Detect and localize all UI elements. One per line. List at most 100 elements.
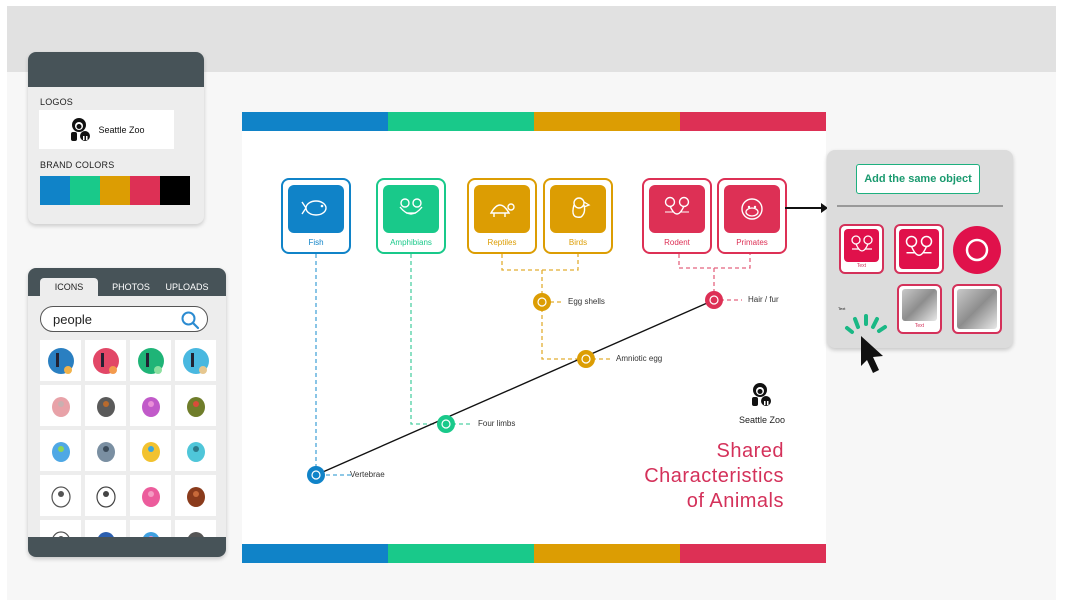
icon-result[interactable] (85, 520, 126, 538)
icon-result[interactable] (175, 520, 216, 538)
lion-logo-icon (71, 117, 91, 141)
tab-icons[interactable]: ICONS (40, 278, 98, 296)
turtle-icon (489, 203, 515, 217)
add-same-object-button[interactable]: Add the same object (856, 164, 980, 194)
group-label: Fish (308, 238, 324, 247)
icon-result[interactable] (130, 430, 171, 471)
group-card-reptiles[interactable]: Reptiles (467, 178, 537, 254)
koala-gray-icon (96, 396, 115, 417)
panel-divider (837, 205, 1003, 207)
trait-label: Four limbs (478, 419, 516, 428)
fish-icon (301, 200, 327, 216)
color-swatch[interactable] (160, 176, 190, 205)
assets-tabs: ICONS PHOTOS UPLOADS (28, 268, 226, 296)
brand-kit-panel: LOGOS Seattle Zoo BRAND COLORS (28, 52, 204, 224)
icon-result[interactable] (40, 475, 81, 516)
rodent-object-large[interactable] (894, 224, 944, 274)
color-swatch[interactable] (70, 176, 100, 205)
trait-node[interactable] (576, 349, 596, 369)
bird-icon (572, 197, 591, 218)
icon-result[interactable] (130, 520, 171, 538)
rodent-object-small[interactable]: Text (839, 224, 884, 274)
icon-result[interactable] (85, 475, 126, 516)
person-walking-dog-green-icon (137, 347, 164, 374)
trait-node[interactable] (306, 465, 326, 485)
icon-result[interactable] (40, 385, 81, 426)
group-card-primates[interactable]: Primates (717, 178, 787, 254)
easter-egg-blue-icon (51, 441, 70, 462)
search-icon[interactable] (180, 310, 200, 330)
icon-result[interactable] (40, 340, 81, 381)
group-card-birds[interactable]: Birds (543, 178, 613, 254)
trait-node[interactable] (532, 292, 552, 312)
group-label: Rodent (664, 238, 690, 247)
amphibians-connector (410, 254, 470, 425)
trait-node[interactable] (436, 414, 456, 434)
arrow-right-icon (785, 203, 828, 213)
trait-node[interactable] (704, 290, 724, 310)
person-walking-dog-teal-icon (182, 347, 209, 374)
icon-result[interactable] (130, 475, 171, 516)
icon-result[interactable] (130, 340, 171, 381)
reptiles-birds-connector (501, 254, 612, 360)
icon-result[interactable] (175, 430, 216, 471)
tab-photos[interactable]: PHOTOS (106, 278, 156, 296)
duplicate-object-panel: Add the same object Text Text Text (827, 150, 1013, 373)
bunny-pink-icon (141, 486, 160, 507)
brand-color-swatches (40, 176, 190, 205)
icon-result[interactable] (85, 385, 126, 426)
canvas-logo[interactable]: Seattle Zoo (732, 382, 792, 425)
title-line: Characteristics (644, 465, 784, 487)
person-couch-icon (186, 441, 205, 462)
group-card-fish[interactable]: Fish (281, 178, 351, 254)
icon-result[interactable] (175, 340, 216, 381)
brand-colors-label: BRAND COLORS (40, 160, 115, 170)
assets-panel-footer (28, 537, 226, 557)
lion-logo-icon (752, 383, 771, 406)
frog-icon-bg (383, 185, 439, 233)
object-text: Text (914, 323, 925, 329)
group-label: Primates (736, 238, 768, 247)
logo-thumbnail[interactable]: Seattle Zoo (39, 110, 174, 149)
title-line: Shared (716, 440, 784, 462)
bunny-purple-icon (141, 396, 160, 417)
icon-results-grid (40, 340, 216, 538)
icon-search-input[interactable]: people (40, 306, 208, 332)
frog-icon (399, 198, 423, 215)
group-card-amphibians[interactable]: Amphibians (376, 178, 446, 254)
group-card-rodent[interactable]: Rodent (642, 178, 712, 254)
rat-photo-object-large[interactable] (952, 284, 1002, 334)
group-label: Amphibians (390, 238, 432, 247)
circle-node-object[interactable] (953, 226, 1001, 274)
rodent-icon-bg (649, 185, 705, 233)
turtle-icon-bg (474, 185, 530, 233)
app-window: LOGOS Seattle Zoo BRAND COLORS ICONS PHO… (7, 6, 1056, 600)
trait-label: Amniotic egg (616, 354, 663, 363)
color-swatch[interactable] (40, 176, 70, 205)
monkey-icon-bg (724, 185, 780, 233)
canvas-title[interactable]: Shared Characteristics of Animals (644, 439, 784, 514)
koala-pink-icon (51, 396, 70, 417)
icon-result[interactable] (40, 520, 81, 538)
icon-result[interactable] (85, 430, 126, 471)
assets-panel: ICONS PHOTOS UPLOADS people (28, 268, 226, 557)
dinosaur-green-icon (186, 396, 205, 417)
icon-result[interactable] (130, 385, 171, 426)
rodent-icon (899, 229, 939, 269)
person-walking-dog-red-icon (92, 347, 119, 374)
design-canvas[interactable]: Fish Amphibians Reptiles Birds Rodent Primate… (242, 112, 826, 563)
brand-panel-header[interactable] (28, 52, 204, 87)
icon-result[interactable] (40, 430, 81, 471)
icon-result[interactable] (85, 340, 126, 381)
logo-name: Seattle Zoo (98, 124, 145, 135)
group-label: Reptiles (487, 238, 517, 247)
icon-result[interactable] (175, 475, 216, 516)
tab-uploads[interactable]: UPLOADS (162, 278, 212, 296)
bird-icon-bg (550, 185, 606, 233)
icon-result[interactable] (175, 385, 216, 426)
color-swatch[interactable] (100, 176, 130, 205)
canvas-logo-name: Seattle Zoo (738, 415, 786, 425)
color-swatch[interactable] (130, 176, 160, 205)
rat-photo-object[interactable]: Text (897, 284, 942, 334)
dog-lying-brown-icon (186, 486, 205, 507)
